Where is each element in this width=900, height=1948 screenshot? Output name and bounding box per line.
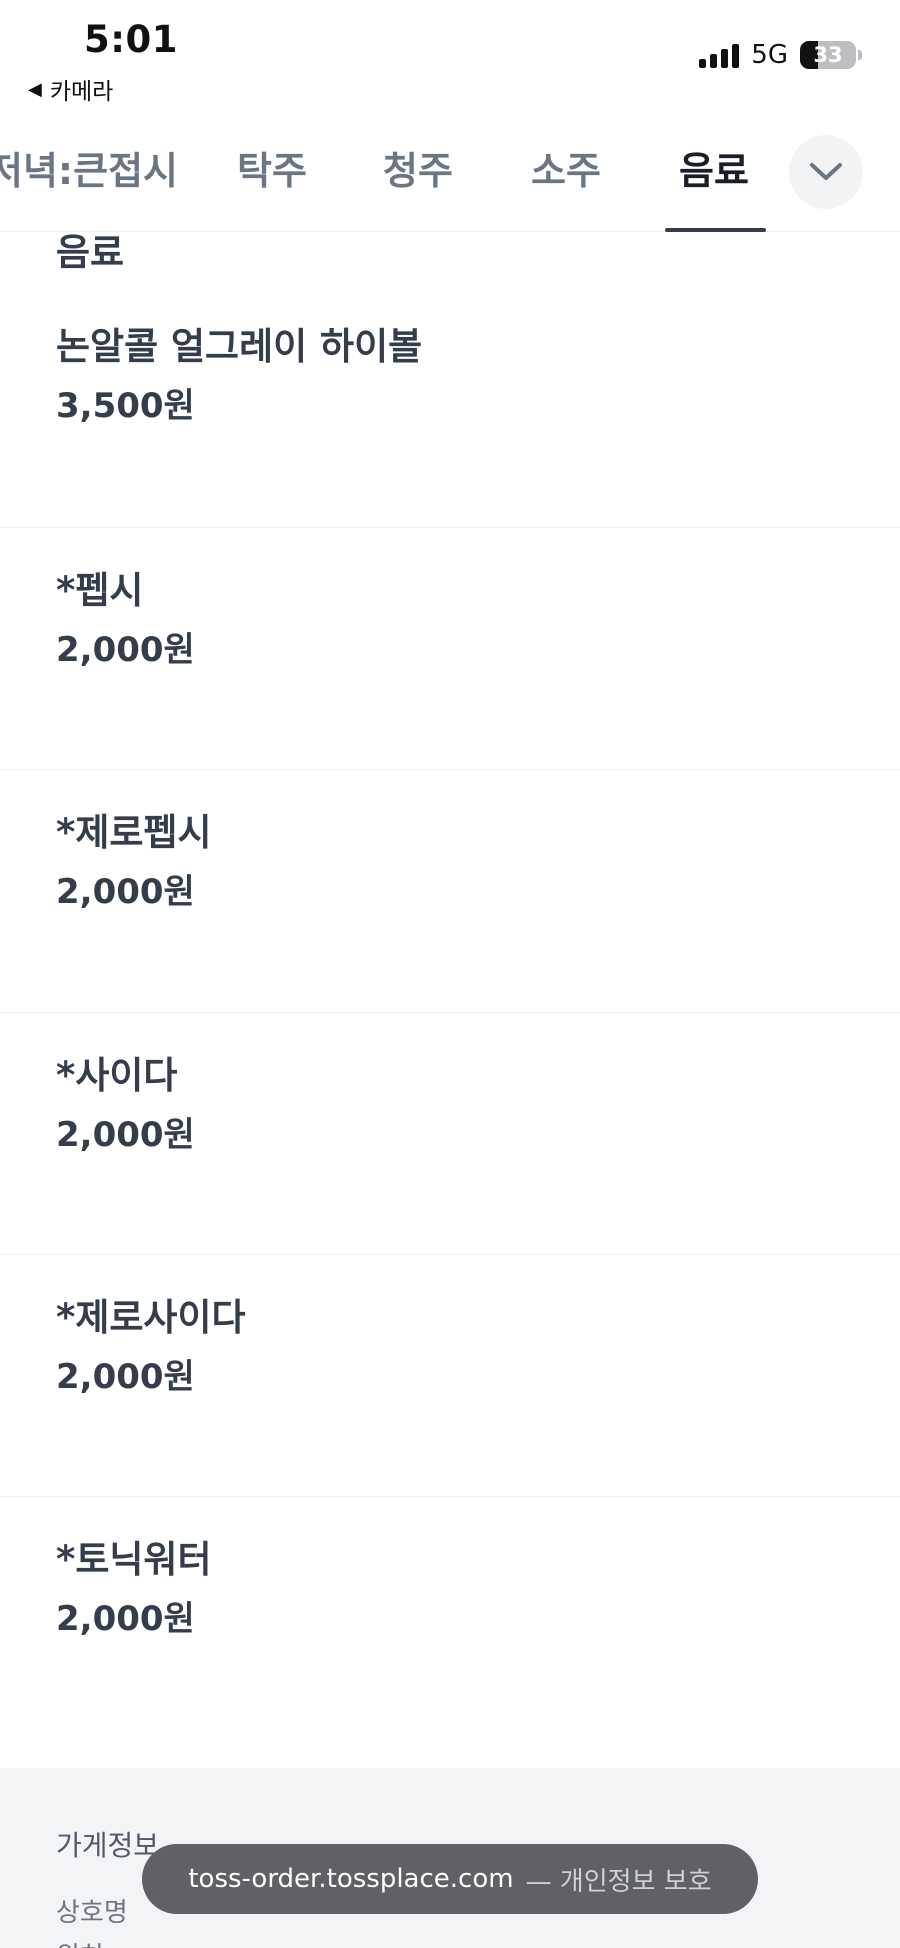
status-bar: 5:01 ◀ 카메라 5G 33	[0, 0, 900, 110]
menu-item-name: 논알콜 얼그레이 하이볼	[56, 325, 423, 368]
menu-item[interactable]: *제로펩시 2,000원	[0, 770, 900, 1013]
cellular-signal-icon	[699, 42, 740, 68]
network-type: 5G	[751, 40, 788, 70]
battery-level: 33	[813, 43, 843, 67]
url-host: toss-order.tossplace.com	[188, 1864, 514, 1894]
menu-item-name: *사이다	[56, 1054, 178, 1097]
tab-takju[interactable]: 탁주	[237, 140, 307, 195]
store-info-title: 가게정보	[56, 1829, 160, 1862]
url-address-pill[interactable]: toss-order.tossplace.com — 개인정보 보호	[142, 1844, 758, 1914]
store-name-label: 상호명	[56, 1898, 128, 1928]
menu-item[interactable]: *펩시 2,000원	[0, 528, 900, 770]
menu-item-name: *제로사이다	[56, 1296, 246, 1339]
back-to-app-link[interactable]: ◀ 카메라	[28, 72, 113, 106]
menu-item[interactable]: *토닉워터 2,000원	[0, 1497, 900, 1768]
tab-beverage[interactable]: 음료	[679, 140, 749, 195]
status-indicators: 5G 33	[699, 40, 862, 70]
tab-dinner-large-plate[interactable]: 저녁:큰접시	[0, 140, 178, 195]
expand-categories-button[interactable]	[789, 135, 863, 209]
back-triangle-icon: ◀	[28, 78, 42, 100]
category-tabs: 저녁:큰접시 탁주 청주 소주 음료	[0, 110, 900, 232]
menu-item-price: 2,000원	[56, 1357, 195, 1397]
menu-item-price: 2,000원	[56, 1599, 195, 1639]
menu-item-price: 2,000원	[56, 872, 195, 912]
privacy-note: — 개인정보 보호	[525, 1866, 712, 1897]
menu-item-price: 2,000원	[56, 630, 195, 670]
battery-icon: 33	[800, 41, 856, 69]
store-location-label: 위치	[56, 1936, 104, 1948]
status-time: 5:01	[84, 18, 179, 61]
tab-soju[interactable]: 소주	[531, 140, 601, 195]
back-app-label: 카메라	[49, 79, 114, 105]
menu-item[interactable]: *제로사이다 2,000원	[0, 1255, 900, 1497]
tab-cheongju[interactable]: 청주	[383, 140, 453, 195]
menu-item-name: *펩시	[56, 569, 144, 612]
menu-item-name: *제로펩시	[56, 811, 212, 854]
menu-item-price: 2,000원	[56, 1115, 195, 1155]
menu-item-price: 3,500원	[56, 386, 195, 426]
menu-item-name: *토닉워터	[56, 1538, 212, 1581]
page: 5:01 ◀ 카메라 5G 33 저녁:큰접시 탁주 청주 소주 음료 음료 논…	[0, 0, 900, 1948]
menu-item[interactable]: *사이다 2,000원	[0, 1013, 900, 1255]
menu-item[interactable]: 논알콜 얼그레이 하이볼 3,500원	[0, 232, 900, 528]
battery-cap	[858, 50, 862, 60]
chevron-down-icon	[810, 163, 842, 180]
